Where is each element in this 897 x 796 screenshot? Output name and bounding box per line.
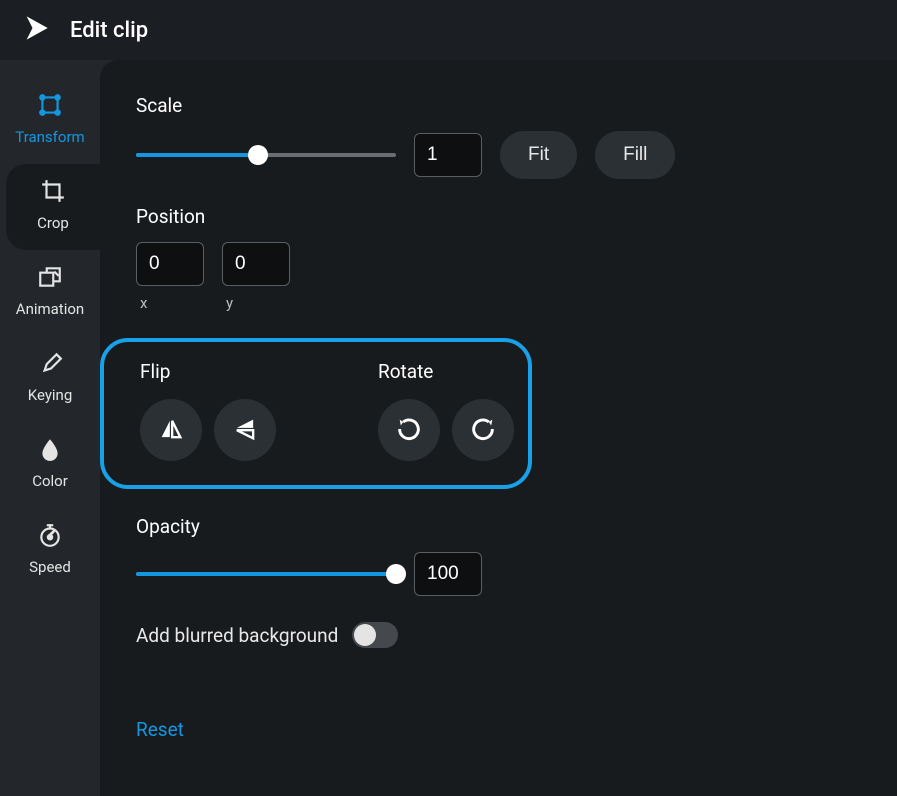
keying-icon xyxy=(37,350,63,380)
fill-button[interactable]: Fill xyxy=(595,131,675,179)
reset-link[interactable]: Reset xyxy=(136,718,184,741)
sidebar: Transform Crop Animation Keying Color xyxy=(0,60,100,796)
flip-vertical-button[interactable] xyxy=(214,399,276,461)
sidebar-item-label: Keying xyxy=(28,386,73,404)
position-x-input[interactable] xyxy=(136,242,204,286)
sidebar-item-transform[interactable]: Transform xyxy=(0,78,100,164)
flip-horizontal-icon xyxy=(157,415,185,446)
rotate-label: Rotate xyxy=(378,360,514,383)
rotate-ccw-icon xyxy=(395,415,423,446)
scale-section: Scale Fit Fill xyxy=(136,94,861,179)
sidebar-item-animation[interactable]: Animation xyxy=(0,250,100,336)
position-label: Position xyxy=(136,205,861,228)
sidebar-item-color[interactable]: Color xyxy=(0,422,100,508)
color-icon xyxy=(37,436,63,466)
opacity-slider[interactable] xyxy=(136,564,396,584)
header: Edit clip xyxy=(0,0,897,60)
blurred-bg-toggle[interactable] xyxy=(352,622,398,648)
position-x-label: x xyxy=(140,294,204,312)
blurred-bg-row: Add blurred background xyxy=(136,622,861,648)
transform-icon xyxy=(37,92,63,122)
fit-button[interactable]: Fit xyxy=(500,131,577,179)
sidebar-item-label: Speed xyxy=(29,558,71,576)
flip-rotate-group: Flip xyxy=(100,338,532,489)
rotate-ccw-button[interactable] xyxy=(378,399,440,461)
app-logo-icon xyxy=(22,14,50,46)
opacity-label: Opacity xyxy=(136,515,861,538)
position-section: Position x y xyxy=(136,205,861,312)
speed-icon xyxy=(37,522,63,552)
scale-label: Scale xyxy=(136,94,861,117)
position-y-label: y xyxy=(226,294,290,312)
scale-input[interactable] xyxy=(414,133,482,177)
position-y-input[interactable] xyxy=(222,242,290,286)
flip-horizontal-button[interactable] xyxy=(140,399,202,461)
sidebar-item-label: Crop xyxy=(37,214,69,232)
opacity-section: Opacity xyxy=(136,515,861,596)
scale-slider[interactable] xyxy=(136,145,396,165)
sidebar-item-keying[interactable]: Keying xyxy=(0,336,100,422)
sidebar-item-speed[interactable]: Speed xyxy=(0,508,100,594)
crop-icon xyxy=(40,178,66,208)
sidebar-item-label: Color xyxy=(32,472,68,490)
flip-vertical-icon xyxy=(231,415,259,446)
sidebar-item-label: Animation xyxy=(16,300,84,318)
rotate-cw-button[interactable] xyxy=(452,399,514,461)
opacity-input[interactable] xyxy=(414,552,482,596)
animation-icon xyxy=(37,264,63,294)
sidebar-item-label: Transform xyxy=(15,128,84,146)
rotate-cw-icon xyxy=(469,415,497,446)
flip-label: Flip xyxy=(140,360,276,383)
sidebar-item-crop[interactable]: Crop xyxy=(6,164,100,250)
blurred-bg-label: Add blurred background xyxy=(136,624,338,647)
header-title: Edit clip xyxy=(70,18,148,43)
transform-panel: Scale Fit Fill Position x xyxy=(100,60,897,796)
